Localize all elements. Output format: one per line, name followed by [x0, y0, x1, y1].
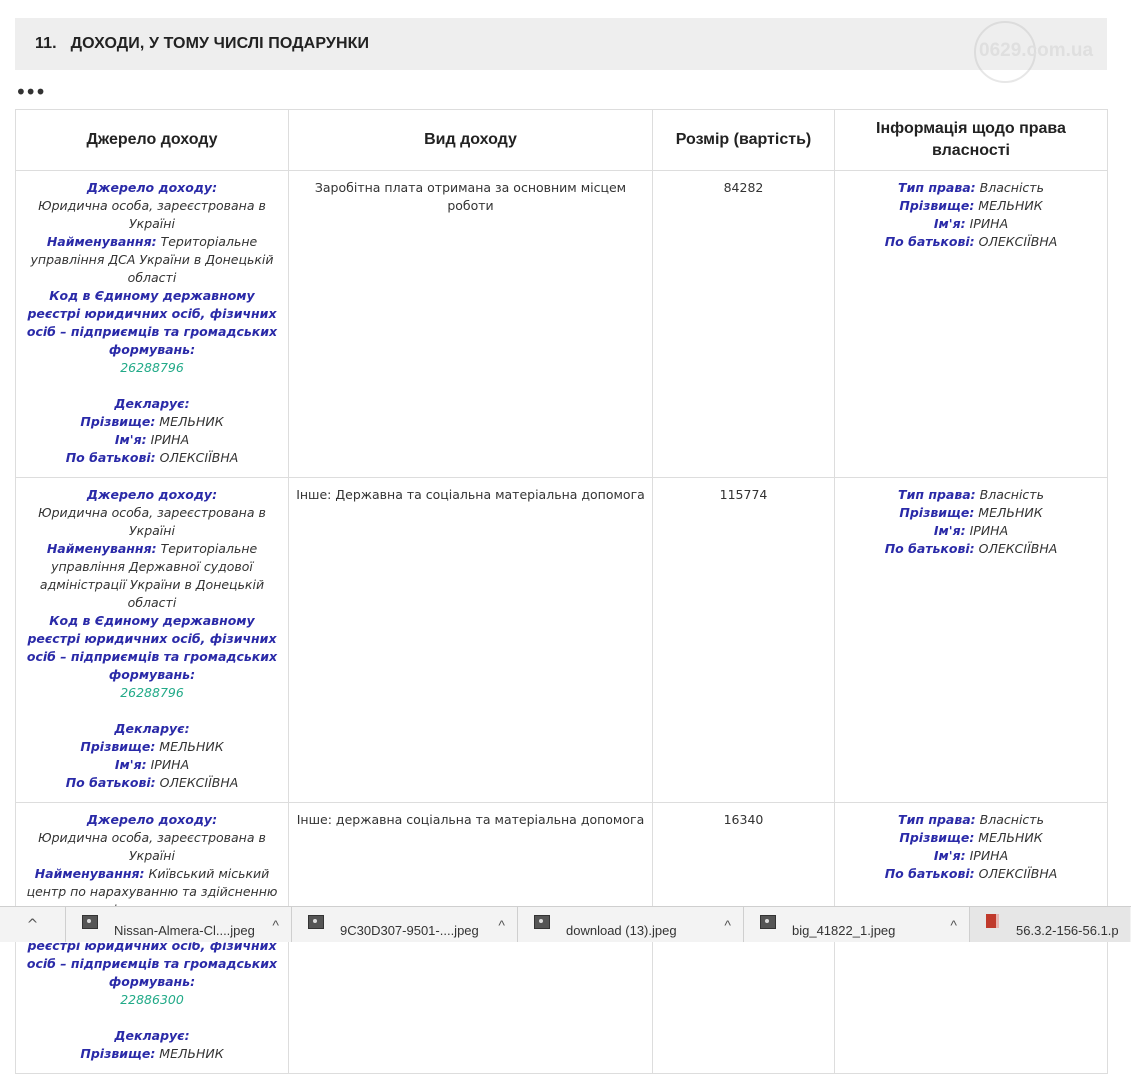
pdf-file-icon: [986, 913, 999, 928]
surname-label: Прізвище:: [80, 414, 156, 429]
download-item[interactable]: Nissan-Almera-Cl....jpeg ^: [66, 907, 292, 942]
chevron-up-icon[interactable]: ^: [498, 917, 505, 933]
right-type: Власність: [979, 180, 1044, 195]
owner-first-name: ІРИНА: [969, 523, 1009, 538]
declarant-label: Декларує:: [114, 721, 190, 736]
source-label: Джерело доходу:: [86, 812, 218, 827]
edr-code-label: Код в Єдиному державному реєстрі юридичн…: [26, 288, 278, 357]
column-header-ownership: Інформація щодо права власності: [834, 109, 1108, 171]
download-item[interactable]: download (13).jpeg ^: [518, 907, 744, 942]
first-name-label: Ім'я:: [933, 523, 966, 538]
owner-surname: МЕЛЬНИК: [978, 198, 1043, 213]
income-amount-cell: 84282: [652, 170, 835, 478]
owner-patronymic: ОЛЕКСІЇВНА: [978, 234, 1058, 249]
table-row: Джерело доходу: Юридична особа, зареєстр…: [15, 170, 1108, 478]
surname-label: Прізвище:: [80, 1046, 156, 1061]
org-name-label: Найменування:: [46, 541, 157, 556]
first-name-label: Ім'я:: [114, 757, 147, 772]
owner-first-name: ІРИНА: [969, 216, 1009, 231]
patronymic-label: По батькові:: [884, 234, 975, 249]
owner-first-name: ІРИНА: [969, 848, 1009, 863]
right-type-label: Тип права:: [898, 180, 976, 195]
patronymic-label: По батькові:: [884, 866, 975, 881]
ownership-info-cell: Тип права: Власність Прізвище: МЕЛЬНИК І…: [834, 477, 1108, 803]
download-filename: 9C30D307-9501-....jpeg: [340, 923, 479, 938]
first-name-label: Ім'я:: [933, 216, 966, 231]
income-type-cell: Заробітна плата отримана за основним міс…: [288, 170, 653, 478]
image-file-icon: [760, 914, 776, 929]
download-item[interactable]: 9C30D307-9501-....jpeg ^: [292, 907, 518, 942]
edr-code: 26288796: [120, 360, 184, 375]
owner-surname: МЕЛЬНИК: [978, 505, 1043, 520]
section-header: 11. ДОХОДИ, У ТОМУ ЧИСЛІ ПОДАРУНКИ: [15, 18, 1107, 70]
expand-toggle-dots[interactable]: •••: [15, 82, 46, 102]
right-type: Власність: [979, 812, 1044, 827]
right-type-label: Тип права:: [898, 487, 976, 502]
patronymic-label: По батькові:: [884, 541, 975, 556]
org-name-label: Найменування:: [46, 234, 157, 249]
chevron-up-icon[interactable]: ^: [724, 917, 731, 933]
downloads-bar: ^ Nissan-Almera-Cl....jpeg ^ 9C30D307-95…: [0, 906, 1131, 942]
patronymic-label: По батькові:: [65, 450, 156, 465]
source-type: Юридична особа, зареєстрована в Україні: [38, 198, 266, 231]
surname-label: Прізвище:: [899, 198, 975, 213]
right-type-label: Тип права:: [898, 812, 976, 827]
first-name-label: Ім'я:: [933, 848, 966, 863]
source-type: Юридична особа, зареєстрована в Україні: [38, 830, 266, 863]
image-file-icon: [82, 914, 98, 929]
section-title-text: ДОХОДИ, У ТОМУ ЧИСЛІ ПОДАРУНКИ: [70, 35, 370, 52]
column-header-source: Джерело доходу: [15, 109, 289, 171]
surname-label: Прізвище:: [80, 739, 156, 754]
edr-code: 22886300: [120, 992, 184, 1007]
download-item-pdf[interactable]: 56.3.2-156-56.1.pdf: [970, 907, 1130, 942]
owner-patronymic: ОЛЕКСІЇВНА: [978, 541, 1058, 556]
image-file-icon: [534, 914, 550, 929]
column-header-income-type: Вид доходу: [288, 109, 653, 171]
surname-label: Прізвище:: [899, 830, 975, 845]
edr-code-label: Код в Єдиному державному реєстрі юридичн…: [26, 613, 278, 682]
chevron-up-icon[interactable]: ^: [272, 917, 279, 933]
income-source-cell: Джерело доходу: Юридична особа, зареєстр…: [15, 170, 289, 478]
income-source-cell: Джерело доходу: Юридична особа, зареєстр…: [15, 477, 289, 803]
download-filename: 56.3.2-156-56.1.pdf: [1016, 923, 1118, 938]
right-type: Власність: [979, 487, 1044, 502]
owner-surname: МЕЛЬНИК: [978, 830, 1043, 845]
download-item[interactable]: big_41822_1.jpeg ^: [744, 907, 970, 942]
declarant-label: Декларує:: [114, 1028, 190, 1043]
declarant-surname: МЕЛЬНИК: [159, 739, 224, 754]
source-label: Джерело доходу:: [86, 487, 218, 502]
download-filename: big_41822_1.jpeg: [792, 923, 896, 938]
chevron-up-icon[interactable]: ^: [0, 907, 66, 942]
download-filename: download (13).jpeg: [566, 923, 677, 938]
declarant-surname: МЕЛЬНИК: [159, 1046, 224, 1061]
column-header-amount: Розмір (вартість): [652, 109, 835, 171]
declarant-surname: МЕЛЬНИК: [159, 414, 224, 429]
owner-patronymic: ОЛЕКСІЇВНА: [978, 866, 1058, 881]
income-amount-cell: 115774: [652, 477, 835, 803]
first-name-label: Ім'я:: [114, 432, 147, 447]
table-row: Джерело доходу: Юридична особа, зареєстр…: [15, 477, 1108, 803]
declarant-first-name: ІРИНА: [150, 757, 190, 772]
org-name-label: Найменування:: [34, 866, 145, 881]
edr-code: 26288796: [120, 685, 184, 700]
surname-label: Прізвище:: [899, 505, 975, 520]
source-label: Джерело доходу:: [86, 180, 218, 195]
income-type-cell: Інше: Державна та соціальна матеріальна …: [288, 477, 653, 803]
download-filename: Nissan-Almera-Cl....jpeg: [114, 923, 255, 938]
section-title: 11. ДОХОДИ, У ТОМУ ЧИСЛІ ПОДАРУНКИ: [35, 35, 369, 53]
table-header-row: Джерело доходу Вид доходу Розмір (вартіс…: [15, 109, 1108, 171]
image-file-icon: [308, 914, 324, 929]
ownership-info-cell: Тип права: Власність Прізвище: МЕЛЬНИК І…: [834, 170, 1108, 478]
declarant-first-name: ІРИНА: [150, 432, 190, 447]
declarant-label: Декларує:: [114, 396, 190, 411]
section-number: 11.: [35, 35, 57, 52]
chevron-up-icon[interactable]: ^: [950, 917, 957, 933]
declarant-patronymic: ОЛЕКСІЇВНА: [159, 775, 239, 790]
declarant-patronymic: ОЛЕКСІЇВНА: [159, 450, 239, 465]
source-type: Юридична особа, зареєстрована в Україні: [38, 505, 266, 538]
patronymic-label: По батькові:: [65, 775, 156, 790]
